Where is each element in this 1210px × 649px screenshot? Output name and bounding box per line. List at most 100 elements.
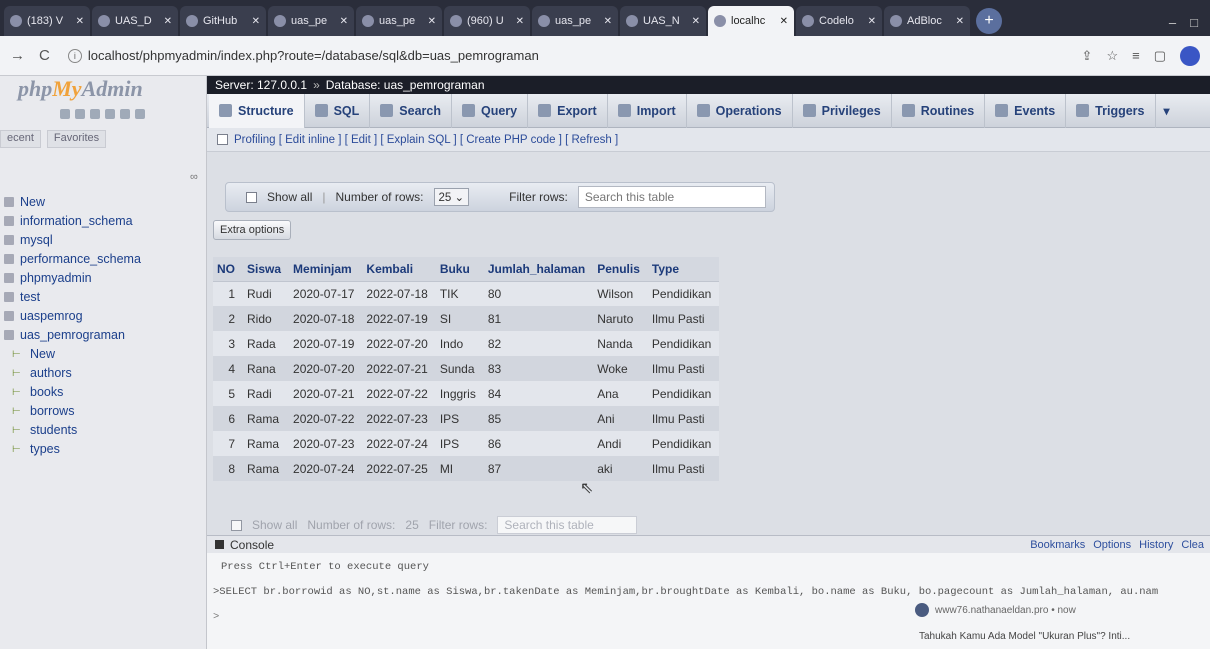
close-icon[interactable]: ✕ bbox=[252, 16, 260, 27]
table-row[interactable]: 8 Rama 2020-07-24 2022-07-25 MI 87 aki Ilmu Pas… bbox=[213, 456, 720, 481]
show-all-bottom-checkbox[interactable] bbox=[231, 519, 242, 531]
profiling-links[interactable]: Profiling [ Edit inline ] [ Edit ] [ Exp… bbox=[234, 134, 618, 146]
phpmyadmin-logo[interactable]: phpMyAdmin bbox=[0, 76, 206, 102]
browser-tab[interactable]: uas_pe ✕ bbox=[268, 6, 354, 36]
close-icon[interactable]: ✕ bbox=[340, 16, 348, 27]
profiling-checkbox[interactable] bbox=[217, 134, 228, 145]
tab-export[interactable]: Export bbox=[528, 93, 608, 128]
tab-query[interactable]: Query bbox=[452, 93, 529, 128]
tab-events[interactable]: Events bbox=[985, 93, 1067, 128]
share-icon[interactable]: ⇪ bbox=[1082, 48, 1093, 64]
column-header[interactable]: Penulis bbox=[593, 257, 648, 282]
column-header[interactable]: Kembali bbox=[362, 257, 436, 282]
link-icon[interactable]: ∞ bbox=[190, 171, 198, 183]
notification-source[interactable]: www76.nathanaeldan.pro • now bbox=[915, 603, 1076, 617]
db-tree-item[interactable]: ⊢ New bbox=[0, 344, 207, 363]
db-tree-item[interactable]: test bbox=[0, 287, 207, 306]
browser-tab[interactable]: localhc ✕ bbox=[708, 6, 794, 36]
console-bar[interactable]: Console Bookmarks Options History Clea bbox=[207, 535, 1210, 553]
tab-routines[interactable]: Routines bbox=[892, 93, 986, 128]
close-icon[interactable]: ✕ bbox=[164, 16, 172, 27]
tab-import[interactable]: Import bbox=[608, 93, 687, 128]
reload-nav-icon[interactable] bbox=[135, 109, 145, 119]
close-icon[interactable]: ✕ bbox=[516, 16, 524, 27]
show-all-checkbox[interactable] bbox=[246, 191, 257, 203]
browser-tab[interactable]: (960) U ✕ bbox=[444, 6, 530, 36]
console-query[interactable]: >SELECT br.borrowid as NO,st.name as Sis… bbox=[213, 586, 1203, 598]
tab-triggers[interactable]: Triggers bbox=[1066, 93, 1156, 128]
notification-text[interactable]: Tahukah Kamu Ada Model "Ukuran Plus"? In… bbox=[919, 631, 1130, 642]
profile-avatar[interactable] bbox=[1180, 45, 1200, 66]
close-icon[interactable]: ✕ bbox=[692, 16, 700, 27]
browser-tab[interactable]: (183) V ✕ bbox=[4, 6, 90, 36]
table-row[interactable]: 6 Rama 2020-07-22 2022-07-23 IPS 85 Ani Ilmu Pa… bbox=[213, 406, 720, 431]
close-icon[interactable]: ✕ bbox=[780, 16, 788, 27]
close-icon[interactable]: ✕ bbox=[76, 16, 84, 27]
extra-options-button[interactable]: Extra options bbox=[213, 220, 292, 240]
close-icon[interactable]: ✕ bbox=[868, 16, 876, 27]
forward-arrow-icon[interactable]: → bbox=[10, 47, 25, 64]
table-row[interactable]: 5 Radi 2020-07-21 2022-07-22 Inggris 84 Ana Pen… bbox=[213, 381, 720, 406]
db-tree-item[interactable]: uas_pemrograman bbox=[0, 325, 207, 344]
filter-input[interactable]: Search this table bbox=[577, 186, 766, 208]
docs-icon[interactable] bbox=[90, 109, 100, 119]
tab-search[interactable]: Search bbox=[370, 93, 452, 128]
url-field[interactable]: i localhost/phpmyadmin/index.php?route=/… bbox=[64, 43, 1068, 69]
tab-recent[interactable]: ecent bbox=[0, 130, 41, 148]
console-link[interactable]: Bookmarks bbox=[1030, 539, 1085, 551]
column-header[interactable]: Buku bbox=[435, 257, 484, 282]
db-tree-item[interactable]: ⊢ borrows bbox=[0, 401, 207, 420]
column-header[interactable]: Jumlah_halaman bbox=[483, 257, 594, 282]
table-row[interactable]: 4 Rana 2020-07-20 2022-07-21 Sunda 83 Woke Ilmu… bbox=[213, 356, 720, 381]
new-tab-button[interactable]: + bbox=[976, 8, 1002, 34]
close-icon[interactable]: ✕ bbox=[956, 16, 964, 27]
rows-select[interactable]: 25 ⌄ bbox=[433, 188, 470, 206]
menu-more-chevron-icon[interactable]: ▾ bbox=[1156, 104, 1178, 118]
console-link[interactable]: History bbox=[1139, 539, 1173, 551]
db-tree-item[interactable]: New bbox=[0, 192, 207, 211]
maximize-icon[interactable]: □ bbox=[1190, 15, 1198, 30]
table-row[interactable]: 3 Rada 2020-07-19 2022-07-20 Indo 82 Nanda Pend… bbox=[213, 331, 720, 356]
close-icon[interactable]: ✕ bbox=[604, 16, 612, 27]
db-tree-item[interactable]: ⊢ authors bbox=[0, 363, 207, 382]
tab-privileges[interactable]: Privileges bbox=[793, 93, 892, 128]
logout-icon[interactable] bbox=[75, 109, 85, 119]
tab-sql[interactable]: SQL bbox=[305, 93, 371, 128]
rows-bottom-value[interactable]: 25 bbox=[405, 518, 418, 532]
table-row[interactable]: 7 Rama 2020-07-23 2022-07-24 IPS 86 Andi Pendid… bbox=[213, 431, 720, 456]
bookmark-star-icon[interactable]: ☆ bbox=[1106, 48, 1118, 64]
filter-bottom-input[interactable]: Search this table bbox=[497, 516, 638, 534]
site-info-icon[interactable]: i bbox=[67, 48, 82, 63]
db-tree-item[interactable]: information_schema bbox=[0, 211, 207, 230]
tab-structure[interactable]: Structure bbox=[209, 93, 305, 128]
server-link[interactable]: Server: 127.0.0.1 bbox=[215, 78, 307, 92]
tab-operations[interactable]: Operations bbox=[687, 93, 793, 128]
browser-tab[interactable]: uas_pe ✕ bbox=[532, 6, 618, 36]
console-link[interactable]: Clea bbox=[1181, 539, 1204, 551]
browser-tab[interactable]: uas_pe ✕ bbox=[356, 6, 442, 36]
column-header[interactable]: NO bbox=[213, 257, 243, 282]
column-header[interactable]: Meminjam bbox=[289, 257, 363, 282]
db-tree-item[interactable]: ⊢ students bbox=[0, 420, 207, 439]
console-link[interactable]: Options bbox=[1093, 539, 1131, 551]
browser-tab[interactable]: AdBloc ✕ bbox=[884, 6, 970, 36]
db-tree-item[interactable]: ⊢ types bbox=[0, 439, 207, 458]
help-icon[interactable] bbox=[105, 109, 115, 119]
reading-list-icon[interactable]: ≡ bbox=[1132, 48, 1140, 63]
console-prompt[interactable]: > bbox=[213, 611, 219, 623]
close-icon[interactable]: ✕ bbox=[428, 16, 436, 27]
tab-favorites[interactable]: Favorites bbox=[46, 130, 107, 148]
browser-tab[interactable]: GitHub ✕ bbox=[180, 6, 266, 36]
home-icon[interactable] bbox=[60, 109, 70, 119]
settings-icon[interactable] bbox=[120, 109, 130, 119]
table-row[interactable]: 1 Rudi 2020-07-17 2022-07-18 TIK 80 Wilson Pend… bbox=[213, 281, 720, 306]
browser-tab[interactable]: UAS_D ✕ bbox=[92, 6, 178, 36]
db-tree-item[interactable]: uaspemrog bbox=[0, 306, 207, 325]
db-tree-item[interactable]: mysql bbox=[0, 230, 207, 249]
column-header[interactable]: Siswa bbox=[243, 257, 290, 282]
table-row[interactable]: 2 Rido 2020-07-18 2022-07-19 SI 81 Naruto Ilmu … bbox=[213, 306, 720, 331]
browser-tab[interactable]: UAS_N ✕ bbox=[620, 6, 706, 36]
database-link[interactable]: Database: uas_pemrograman bbox=[326, 78, 485, 92]
column-header[interactable]: Type bbox=[647, 257, 720, 282]
db-tree-item[interactable]: phpmyadmin bbox=[0, 268, 207, 287]
